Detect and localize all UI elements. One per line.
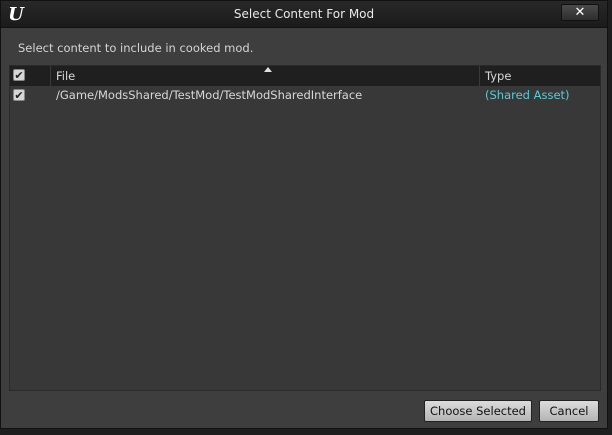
row-checkbox[interactable]: ✔ <box>13 89 25 101</box>
instruction-text: Select content to include in cooked mod. <box>18 41 254 55</box>
row-file-path: /Game/ModsShared/TestMod/TestModSharedIn… <box>56 88 363 102</box>
select-all-checkbox[interactable]: ✔ <box>13 69 25 81</box>
content-list[interactable]: ✔ File Type ✔ /Game/ModsShared/TestMod/T… <box>9 65 601 391</box>
checkmark-icon: ✔ <box>14 89 24 102</box>
list-header: ✔ File Type <box>10 66 600 86</box>
checkmark-icon: ✔ <box>14 69 24 82</box>
row-type: (Shared Asset) <box>485 88 570 102</box>
choose-selected-button[interactable]: Choose Selected <box>424 400 532 422</box>
column-divider <box>479 66 480 86</box>
title-bar[interactable]: U Select Content For Mod ✕ <box>1 1 607 28</box>
table-row[interactable]: ✔ /Game/ModsShared/TestMod/TestModShared… <box>10 87 600 105</box>
column-divider <box>50 66 51 86</box>
dialog-title: Select Content For Mod <box>233 7 375 21</box>
close-button[interactable]: ✕ <box>561 4 599 21</box>
cancel-button[interactable]: Cancel <box>539 400 599 422</box>
sort-ascending-icon <box>264 67 272 72</box>
select-content-dialog: U Select Content For Mod ✕ Select conten… <box>0 0 608 429</box>
column-header-type[interactable]: Type <box>485 69 511 83</box>
column-header-file[interactable]: File <box>56 69 75 83</box>
